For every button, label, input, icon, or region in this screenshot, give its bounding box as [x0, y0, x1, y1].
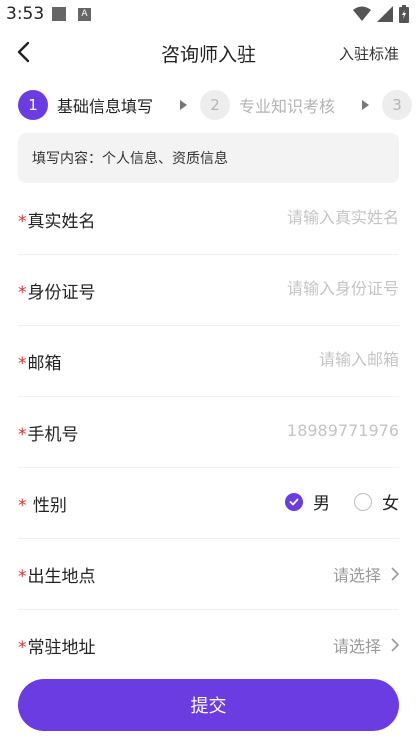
battery-icon [399, 5, 409, 23]
status-time: 3:53 [6, 4, 45, 24]
row-real-name: *真实姓名 [18, 183, 399, 255]
step-arrow-icon [180, 100, 187, 110]
step-2-number: 2 [200, 90, 230, 120]
id-number-label: 身份证号 [27, 283, 96, 303]
birthplace-select[interactable]: 请选择 [333, 562, 399, 586]
row-gender: * 性别 男 女 [18, 467, 399, 539]
chevron-right-icon [391, 638, 399, 652]
step-1-number: 1 [18, 90, 48, 120]
chevron-right-icon [391, 567, 399, 581]
step-1-label: 基础信息填写 [57, 97, 154, 116]
birthplace-value: 请选择 [332, 566, 381, 585]
step-arrow-icon [362, 100, 369, 110]
row-phone: *手机号 [18, 396, 399, 468]
required-mark: * [18, 496, 27, 516]
birthplace-label: 出生地点 [27, 567, 96, 587]
radio-unchecked-icon [354, 492, 372, 511]
gender-female-radio[interactable]: 女 [354, 489, 399, 514]
required-mark: * [18, 638, 27, 658]
info-text: 填写内容：个人信息、资质信息 [32, 151, 228, 167]
id-number-input[interactable] [159, 272, 399, 304]
required-mark: * [18, 354, 27, 374]
phone-label: 手机号 [27, 425, 79, 445]
notification-a-icon: A [78, 8, 91, 21]
app-bar: 咨询师入驻 入驻标准 [0, 30, 417, 76]
required-mark: * [18, 212, 27, 232]
info-box: 填写内容：个人信息、资质信息 [18, 133, 399, 183]
gender-female-label: 女 [382, 494, 399, 514]
row-birthplace[interactable]: *出生地点 请选择 [18, 538, 399, 610]
phone-input[interactable] [159, 414, 399, 446]
wifi-icon [353, 6, 371, 21]
step-indicator: 1 基础信息填写 2 专业知识考核 3 [18, 89, 417, 121]
gender-label: 性别 [27, 496, 67, 516]
required-mark: * [18, 283, 27, 303]
address-label: 常驻地址 [27, 638, 96, 658]
real-name-label: 真实姓名 [27, 212, 96, 232]
step-2-label: 专业知识考核 [239, 97, 336, 116]
step-2: 2 专业知识考核 [200, 89, 335, 121]
email-label: 邮箱 [27, 354, 62, 374]
status-bar: 3:53 A [0, 0, 417, 30]
address-value: 请选择 [332, 637, 381, 656]
status-right-icons [353, 5, 409, 23]
signal-icon [377, 6, 393, 22]
row-address[interactable]: *常驻地址 请选择 [18, 609, 399, 680]
row-email: *邮箱 [18, 325, 399, 397]
address-select[interactable]: 请选择 [333, 633, 399, 657]
gender-options: 男 女 [261, 489, 399, 514]
radio-checked-icon [285, 492, 303, 511]
step-3-number: 3 [382, 90, 412, 120]
submit-button[interactable]: 提交 [18, 679, 399, 731]
email-input[interactable] [159, 343, 399, 375]
step-3: 3 [382, 89, 412, 121]
row-id-number: *身份证号 [18, 254, 399, 326]
gender-male-label: 男 [313, 494, 330, 514]
notification-square-icon [52, 7, 66, 21]
real-name-input[interactable] [159, 201, 399, 233]
required-mark: * [18, 567, 27, 587]
entry-standard-link[interactable]: 入驻标准 [339, 43, 399, 64]
gender-male-radio[interactable]: 男 [285, 489, 330, 514]
step-1: 1 基础信息填写 [18, 89, 153, 121]
required-mark: * [18, 425, 27, 445]
